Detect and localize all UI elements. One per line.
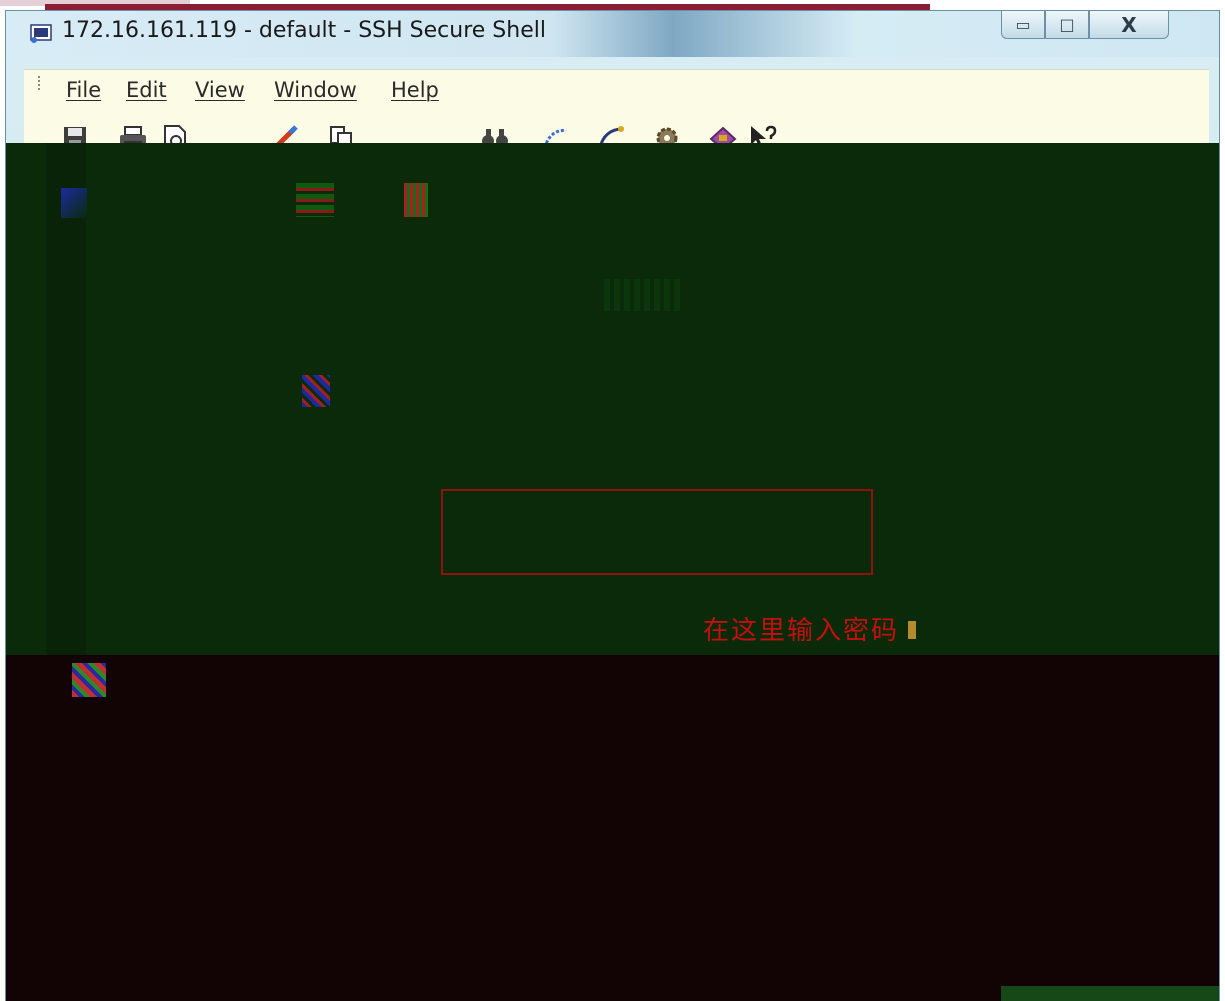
password-hint-annotation: 在这里输入密码 [703, 616, 900, 646]
menu-edit[interactable]: Edit [126, 78, 167, 102]
window-title: 172.16.161.119 - default - SSH Secure Sh… [62, 18, 546, 43]
artifact-glyph [404, 183, 428, 217]
menu-window[interactable]: Window [274, 78, 357, 102]
menu-file[interactable]: File [66, 78, 101, 102]
maximize-button[interactable]: □ [1045, 11, 1089, 39]
status-indicator [1001, 986, 1219, 1001]
minimize-icon: ▭ [1015, 15, 1031, 34]
maximize-icon: □ [1059, 15, 1075, 34]
terminal-area[interactable]: 在这里输入密码 [6, 143, 1219, 1001]
ssh-terminal-icon [30, 24, 52, 43]
terminal-cursor [908, 621, 916, 639]
top-accent-strip [0, 0, 1225, 10]
close-icon: X [1121, 12, 1137, 37]
password-input-highlight[interactable] [441, 489, 873, 575]
minimize-button[interactable]: ▭ [1001, 11, 1045, 39]
menu-help[interactable]: Help [391, 78, 439, 102]
artifact-glyph [604, 279, 684, 311]
menu-bar: File Edit View Window Help [24, 69, 1209, 110]
artifact-glyph [61, 188, 87, 218]
menu-view[interactable]: View [195, 78, 245, 102]
menu-grip-handle[interactable] [38, 76, 46, 90]
artifact-glyph [186, 143, 286, 183]
window-controls: ▭ □ X [1001, 11, 1169, 45]
artifact-glyph [72, 663, 106, 697]
title-bar[interactable]: 172.16.161.119 - default - SSH Secure Sh… [6, 11, 1219, 57]
artifact-glyph [296, 183, 334, 217]
close-button[interactable]: X [1089, 11, 1169, 39]
ssh-window: 172.16.161.119 - default - SSH Secure Sh… [5, 10, 1220, 1001]
artifact-glyph [302, 375, 330, 407]
terminal-lower-region [6, 655, 1219, 1001]
